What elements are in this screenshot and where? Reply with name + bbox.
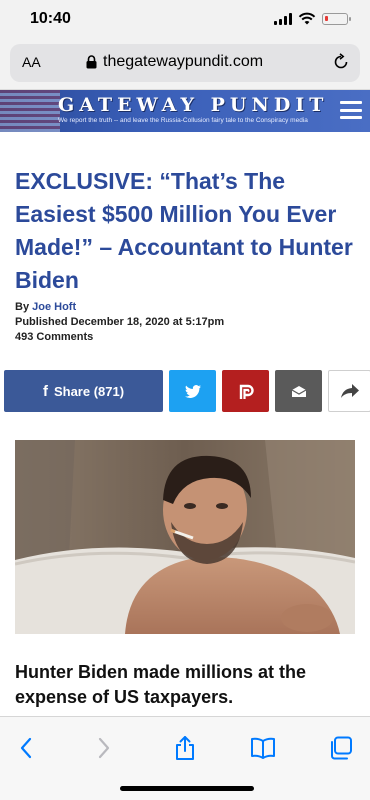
reload-icon[interactable] [332, 53, 350, 71]
comments-count[interactable]: 493 Comments [15, 330, 224, 345]
battery-icon [322, 12, 351, 25]
hamburger-menu-icon[interactable] [340, 99, 362, 121]
site-logo[interactable]: GATEWAY PUNDIT [58, 94, 328, 116]
email-share-button[interactable] [275, 370, 322, 412]
share-sheet-icon[interactable] [172, 735, 198, 761]
chevron-right-icon[interactable] [90, 735, 116, 761]
address-bar[interactable]: AA thegatewaypundit.com [10, 44, 360, 82]
site-tagline: We report the truth -- and leave the Rus… [58, 117, 308, 124]
tabs-icon[interactable] [328, 735, 354, 761]
twitter-icon [184, 384, 201, 398]
bookmarks-icon[interactable] [250, 735, 276, 761]
more-share-button[interactable] [328, 370, 370, 412]
site-header: GATEWAY PUNDIT We report the truth -- an… [0, 90, 370, 132]
text-size-button[interactable]: AA [22, 54, 41, 70]
author-link[interactable]: Joe Hoft [32, 301, 76, 313]
parler-share-button[interactable] [222, 370, 269, 412]
status-bar: 10:40 [0, 0, 370, 38]
status-time: 10:40 [30, 10, 71, 27]
share-buttons: f Share (871) [4, 370, 370, 412]
article-photo-graphic [15, 440, 355, 634]
published-date: Published December 18, 2020 at 5:17pm [15, 316, 225, 328]
article-byline: By Joe Hoft Published December 18, 2020 … [15, 300, 224, 345]
url-text: thegatewaypundit.com [103, 53, 264, 70]
share-arrow-icon [340, 384, 359, 398]
chevron-left-icon[interactable] [14, 735, 40, 761]
article-photo [15, 440, 355, 634]
twitter-share-button[interactable] [169, 370, 216, 412]
status-icons [274, 12, 351, 25]
by-label: By [15, 301, 30, 313]
home-indicator[interactable] [120, 786, 254, 791]
parler-icon [239, 384, 254, 399]
author-line: By Joe Hoft [15, 300, 224, 315]
wifi-icon [298, 12, 316, 25]
cellular-signal-icon [274, 12, 292, 25]
article-headline: EXCLUSIVE: “That’s The Easiest $500 Mill… [15, 168, 353, 293]
facebook-share-button[interactable]: f Share (871) [4, 370, 163, 412]
lock-icon [86, 55, 97, 69]
facebook-share-label: Share (871) [53, 383, 125, 399]
facebook-icon: f [42, 382, 48, 400]
url-display[interactable]: thegatewaypundit.com [86, 53, 263, 71]
email-icon [291, 385, 306, 397]
browser-address-area: AA thegatewaypundit.com [0, 38, 370, 90]
article-subhead: Hunter Biden made millions at the expens… [15, 662, 307, 707]
flag-decoration [0, 90, 60, 132]
